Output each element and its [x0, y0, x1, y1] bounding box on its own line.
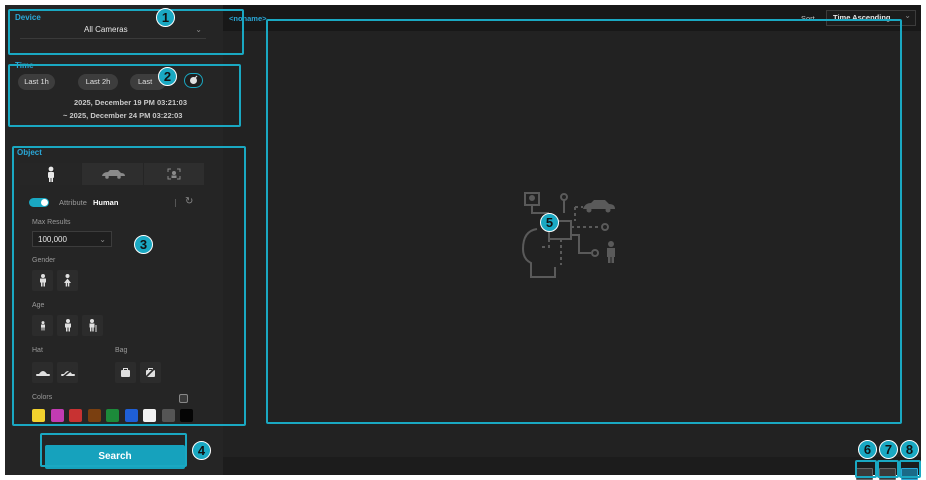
callout-badge-6: 6 [858, 440, 877, 459]
callout-box-view-3 [899, 460, 921, 478]
callout-badge-5: 5 [540, 213, 559, 232]
callout-badge-3: 3 [134, 235, 153, 254]
callout-box-device [8, 9, 244, 55]
bottom-toolbar [223, 457, 921, 475]
callout-badge-2: 2 [158, 67, 177, 86]
callout-box-search [40, 433, 187, 467]
callout-badge-8: 8 [900, 440, 919, 459]
callout-badge-1: 1 [156, 8, 175, 27]
callout-box-view-2 [877, 460, 899, 478]
callout-box-view-1 [855, 460, 877, 478]
callout-badge-7: 7 [879, 440, 898, 459]
callout-badge-4: 4 [192, 441, 211, 460]
callout-box-results [266, 19, 902, 424]
callout-box-time [8, 64, 241, 127]
chevron-down-icon: ⌄ [904, 11, 911, 20]
callout-box-object [12, 146, 246, 426]
